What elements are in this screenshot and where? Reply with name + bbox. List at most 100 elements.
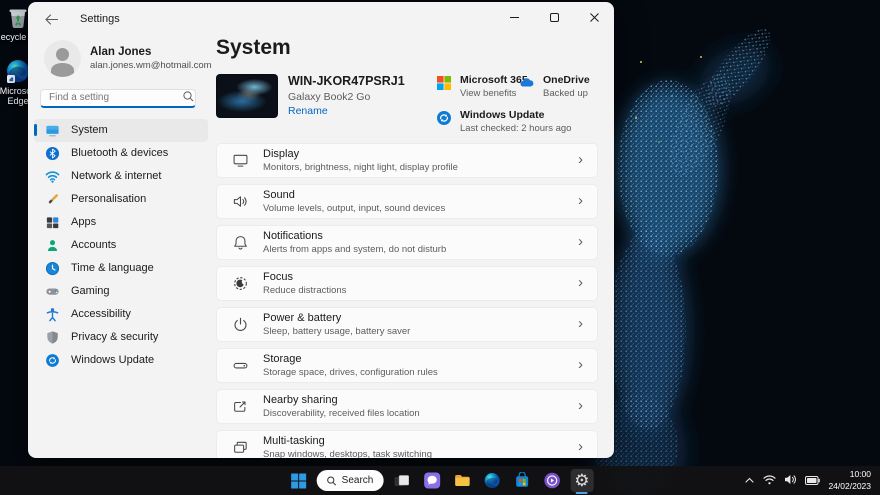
sidebar-item-personalisation[interactable]: Personalisation: [34, 188, 208, 211]
sidebar-item-windows-update[interactable]: Windows Update: [34, 349, 208, 372]
accounts-icon: [44, 237, 60, 253]
user-profile[interactable]: Alan Jones alan.jones.wm@hotmail.com: [44, 40, 214, 77]
sidebar-item-gaming[interactable]: Gaming: [34, 280, 208, 303]
settings-item-notifications[interactable]: Notifications Alerts from apps and syste…: [216, 225, 598, 260]
sidebar-item-label: Network & internet: [71, 170, 161, 182]
settings-item-display[interactable]: Display Monitors, brightness, night ligh…: [216, 143, 598, 178]
settings-item-title: Storage: [263, 353, 438, 365]
task-view-button[interactable]: [390, 469, 413, 492]
taskbar-clock[interactable]: 10:00 24/02/2023: [828, 469, 871, 491]
onedrive-icon: [519, 75, 535, 91]
sidebar-item-label: System: [71, 124, 108, 136]
sidebar-item-bluetooth-devices[interactable]: Bluetooth & devices: [34, 142, 208, 165]
maximize-button[interactable]: [534, 2, 574, 32]
sidebar-item-label: Accessibility: [71, 308, 131, 320]
network-status-button[interactable]: [763, 472, 776, 490]
power-battery-icon: [231, 316, 249, 334]
nearby-sharing-icon: [231, 398, 249, 416]
back-button[interactable]: [36, 7, 66, 31]
minimize-button[interactable]: [494, 2, 534, 32]
apps-icon: [44, 214, 60, 230]
file-explorer-icon: [453, 472, 470, 489]
settings-item-subtitle: Volume levels, output, input, sound devi…: [263, 203, 445, 214]
settings-item-title: Nearby sharing: [263, 394, 420, 406]
clock-date: 24/02/2023: [828, 481, 871, 492]
device-thumbnail: [216, 74, 278, 118]
chat-button[interactable]: [420, 469, 443, 492]
system-tray: 10:00 24/02/2023: [744, 466, 880, 495]
sidebar-item-accounts[interactable]: Accounts: [34, 234, 208, 257]
sidebar-item-label: Gaming: [71, 285, 110, 297]
user-email: alan.jones.wm@hotmail.com: [90, 60, 212, 71]
status-subtitle: Last checked: 2 hours ago: [460, 123, 571, 134]
display-icon: [231, 152, 249, 170]
settings-gear-icon: ⚙: [574, 472, 589, 489]
window-title: Settings: [80, 13, 120, 25]
sidebar: Alan Jones alan.jones.wm@hotmail.com Sys…: [28, 36, 214, 458]
settings-app-button[interactable]: ⚙: [570, 469, 593, 492]
device-model: Galaxy Book2 Go: [288, 91, 370, 103]
device-name: WIN-JKOR47PSRJ1: [288, 74, 405, 88]
notifications-icon: [231, 234, 249, 252]
get-started-button[interactable]: [540, 469, 563, 492]
settings-item-subtitle: Reduce distractions: [263, 285, 346, 296]
settings-item-subtitle: Snap windows, desktops, task switching: [263, 449, 432, 458]
status-onedrive[interactable]: OneDrive Backed up: [519, 74, 590, 99]
microsoft-store-icon: [513, 472, 530, 489]
network-icon: [44, 168, 60, 184]
search-icon: [183, 91, 194, 102]
edge-button[interactable]: [480, 469, 503, 492]
settings-item-focus[interactable]: Focus Reduce distractions ›: [216, 266, 598, 301]
settings-item-subtitle: Sleep, battery usage, battery saver: [263, 326, 410, 337]
accessibility-icon: [44, 306, 60, 322]
sidebar-item-network-internet[interactable]: Network & internet: [34, 165, 208, 188]
sidebar-item-privacy-security[interactable]: Privacy & security: [34, 326, 208, 349]
settings-item-title: Power & battery: [263, 312, 410, 324]
status-title: OneDrive: [543, 74, 590, 86]
file-explorer-button[interactable]: [450, 469, 473, 492]
close-button[interactable]: [574, 2, 614, 32]
tray-chevron-up-button[interactable]: [744, 472, 755, 490]
battery-button[interactable]: [805, 472, 820, 490]
status-microsoft-365[interactable]: Microsoft 365 View benefits: [436, 74, 528, 99]
minimize-icon: [510, 13, 519, 22]
settings-item-title: Sound: [263, 189, 445, 201]
settings-item-multi-tasking[interactable]: Multi-tasking Snap windows, desktops, ta…: [216, 430, 598, 458]
edge-icon: [483, 472, 500, 489]
rename-link[interactable]: Rename: [288, 105, 328, 117]
settings-item-sound[interactable]: Sound Volume levels, output, input, soun…: [216, 184, 598, 219]
status-windows-update[interactable]: Windows Update Last checked: 2 hours ago: [436, 109, 571, 134]
settings-item-nearby-sharing[interactable]: Nearby sharing Discoverability, received…: [216, 389, 598, 424]
sidebar-item-time-language[interactable]: Time & language: [34, 257, 208, 280]
main-pane: System WIN-JKOR47PSRJ1 Galaxy Book2 Go R…: [216, 36, 598, 458]
sidebar-item-label: Bluetooth & devices: [71, 147, 168, 159]
device-header: WIN-JKOR47PSRJ1 Galaxy Book2 Go Rename M…: [216, 74, 598, 120]
settings-item-subtitle: Alerts from apps and system, do not dist…: [263, 244, 446, 255]
maximize-icon: [550, 13, 559, 22]
sidebar-item-accessibility[interactable]: Accessibility: [34, 303, 208, 326]
settings-item-title: Notifications: [263, 230, 446, 242]
tray-chevron-up-icon: [744, 476, 755, 485]
chevron-right-icon: ›: [578, 316, 583, 333]
status-subtitle: Backed up: [543, 88, 590, 99]
gaming-icon: [44, 283, 60, 299]
sidebar-item-label: Personalisation: [71, 193, 146, 205]
settings-item-storage[interactable]: Storage Storage space, drives, configura…: [216, 348, 598, 383]
sidebar-item-label: Privacy & security: [71, 331, 158, 343]
chevron-right-icon: ›: [578, 152, 583, 169]
volume-button[interactable]: [784, 472, 797, 490]
start-button[interactable]: [287, 469, 310, 492]
taskbar-search[interactable]: Search: [317, 470, 384, 491]
search-input[interactable]: [40, 89, 196, 108]
sidebar-item-system[interactable]: System: [34, 119, 208, 142]
settings-item-title: Display: [263, 148, 458, 160]
system-icon: [44, 122, 60, 138]
sidebar-item-apps[interactable]: Apps: [34, 211, 208, 234]
sidebar-item-label: Time & language: [71, 262, 154, 274]
chevron-right-icon: ›: [578, 398, 583, 415]
settings-item-power-battery[interactable]: Power & battery Sleep, battery usage, ba…: [216, 307, 598, 342]
chevron-right-icon: ›: [578, 357, 583, 374]
volume-icon: [784, 474, 797, 485]
microsoft-store-button[interactable]: [510, 469, 533, 492]
chevron-right-icon: ›: [578, 234, 583, 251]
